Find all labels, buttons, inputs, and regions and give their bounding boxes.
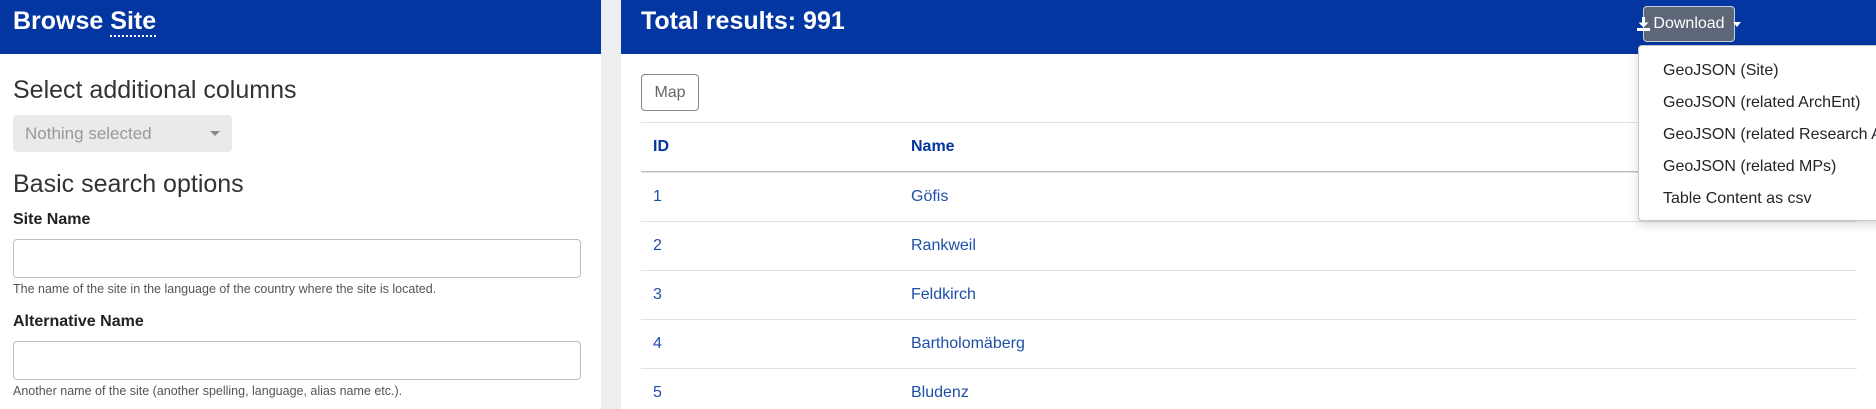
columns-section-title: Select additional columns [13,76,297,104]
site-name-input[interactable] [13,239,581,278]
row-id-link[interactable]: 3 [653,286,662,303]
row-id-link[interactable]: 5 [653,384,662,401]
row-id-link[interactable]: 4 [653,335,662,352]
total-results: Total results: 991 [641,7,845,35]
download-button[interactable]: Download [1637,6,1741,42]
table-row: 2 Rankweil [641,221,1857,270]
chevron-down-icon [1732,21,1741,27]
site-name-help: The name of the site in the language of … [13,282,437,296]
menu-item-geojson-mps[interactable]: GeoJSON (related MPs) [1639,151,1876,183]
table-row: 4 Bartholomäberg [641,319,1857,368]
alternative-name-label: Alternative Name [13,313,144,330]
row-name-link[interactable]: Rankweil [911,237,976,254]
map-button[interactable]: Map [641,74,699,111]
row-name-link[interactable]: Feldkirch [911,286,976,303]
left-panel: Browse Site Select additional columns No… [0,0,601,409]
row-name-link[interactable]: Bartholomäberg [911,335,1025,352]
basic-search-title: Basic search options [13,170,244,198]
page-title: Browse Site [0,0,601,54]
alternative-name-input[interactable] [13,341,581,380]
menu-item-geojson-archent[interactable]: GeoJSON (related ArchEnt) [1639,87,1876,119]
alternative-name-help: Another name of the site (another spelli… [13,384,403,398]
title-entity: Site [110,7,157,37]
row-id-link[interactable]: 1 [653,188,662,205]
download-icon [1637,17,1651,31]
download-label: Download [1653,15,1725,32]
title-prefix: Browse [13,7,104,35]
row-id-link[interactable]: 2 [653,237,662,254]
row-name-link[interactable]: Bludenz [911,384,969,401]
site-name-label: Site Name [13,211,91,228]
select-placeholder: Nothing selected [25,123,152,143]
download-dropdown-menu: GeoJSON (Site) GeoJSON (related ArchEnt)… [1638,45,1876,221]
menu-item-geojson-research-area[interactable]: GeoJSON (related Research Area) [1639,119,1876,151]
menu-item-table-csv[interactable]: Table Content as csv [1639,183,1876,215]
chevron-down-icon [210,131,220,136]
menu-item-geojson-site[interactable]: GeoJSON (Site) [1639,55,1876,87]
column-header-id[interactable]: ID [641,138,911,156]
table-row: 3 Feldkirch [641,270,1857,319]
additional-columns-select[interactable]: Nothing selected [13,115,232,152]
table-row: 5 Bludenz [641,368,1857,409]
row-name-link[interactable]: Göfis [911,188,948,205]
